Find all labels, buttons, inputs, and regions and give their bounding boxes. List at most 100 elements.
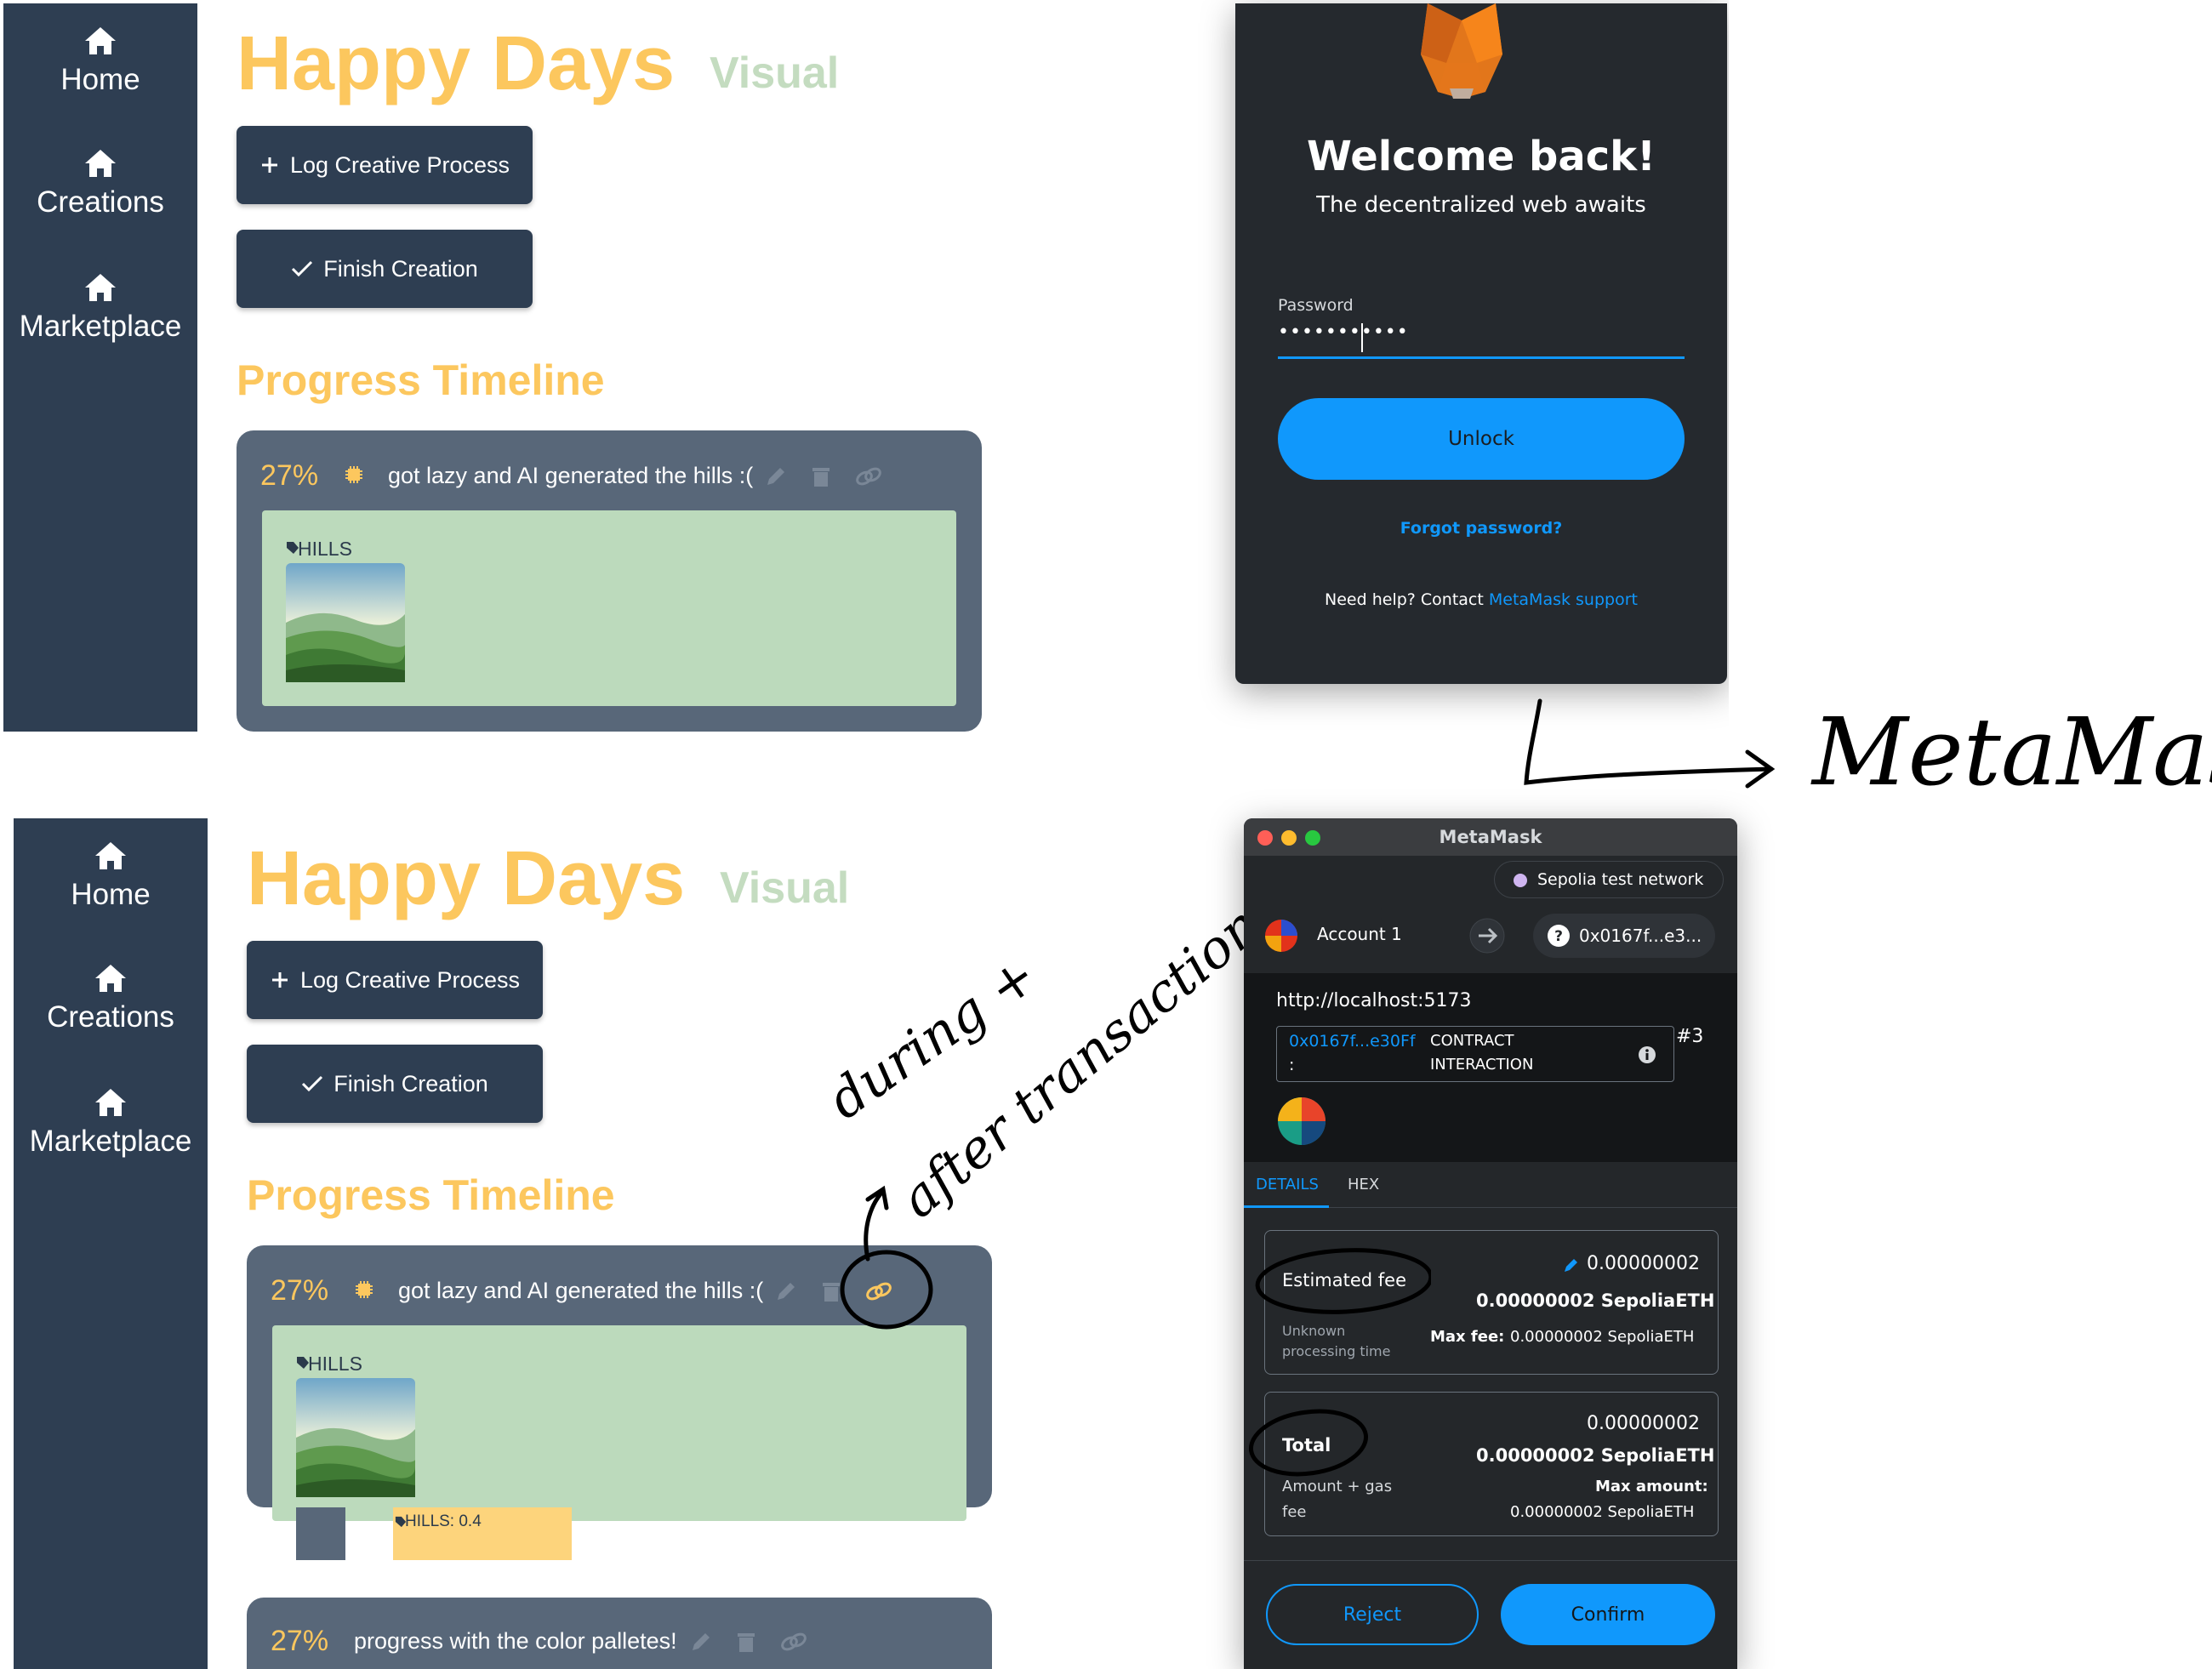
chip-icon bbox=[356, 1281, 373, 1298]
timeline-text: got lazy and AI generated the hills :( bbox=[398, 1278, 764, 1303]
dapp-avatar-icon bbox=[1278, 1097, 1325, 1145]
metamask-unlock-window: Welcome back! The decentralized web awai… bbox=[1235, 3, 1727, 684]
tab-details[interactable]: DETAILS bbox=[1244, 1162, 1329, 1208]
finish-button-label: Finish Creation bbox=[323, 255, 478, 282]
tab-hex[interactable]: HEX bbox=[1339, 1162, 1399, 1208]
plus-icon bbox=[261, 157, 277, 173]
log-button-label: Log Creative Process bbox=[299, 966, 521, 993]
nav-home-label: Home bbox=[71, 878, 151, 911]
max-amount-value: 0.00000002 SepoliaETH bbox=[1510, 1503, 1695, 1521]
account-name: Account 1 bbox=[1317, 924, 1402, 944]
metamask-support-link[interactable]: MetaMask support bbox=[1489, 590, 1638, 609]
transaction-header: http://localhost:5173 0x0167f...e30Ff : … bbox=[1244, 973, 1737, 1162]
recipient-address-pill[interactable]: ? 0x0167f...e3... bbox=[1533, 914, 1715, 958]
password-field[interactable]: ••••••••••• bbox=[1278, 318, 1685, 359]
nav-marketplace-label: Marketplace bbox=[19, 310, 182, 343]
check-icon bbox=[292, 260, 313, 277]
timeline-text: got lazy and AI generated the hills :( bbox=[388, 463, 754, 488]
timeline-card: 27% progress with the color palletes! bbox=[247, 1598, 992, 1669]
pencil-icon[interactable] bbox=[1563, 1256, 1580, 1273]
unknown-time-line2: processing time bbox=[1282, 1343, 1391, 1359]
network-status-dot bbox=[1514, 874, 1527, 887]
log-button-label: Log Creative Process bbox=[289, 151, 510, 178]
finish-button-label: Finish Creation bbox=[334, 1070, 488, 1097]
tab-details-label: DETAILS bbox=[1256, 1176, 1319, 1193]
timeline-connector bbox=[296, 1507, 345, 1560]
nav-marketplace-label: Marketplace bbox=[29, 1125, 192, 1158]
unlock-button[interactable]: Unlock bbox=[1278, 398, 1685, 480]
nav-marketplace[interactable]: Marketplace bbox=[3, 272, 197, 344]
info-icon[interactable] bbox=[1638, 1045, 1656, 1064]
tab-hex-label: HEX bbox=[1348, 1176, 1380, 1193]
max-fee-label: Max fee: bbox=[1430, 1328, 1505, 1346]
nav-creations-label: Creations bbox=[37, 185, 164, 219]
finish-creation-button[interactable]: Finish Creation bbox=[247, 1045, 543, 1123]
contract-label-1: CONTRACT bbox=[1430, 1032, 1514, 1050]
amount-gas-line2: fee bbox=[1282, 1503, 1307, 1521]
password-value: ••••••••••• bbox=[1278, 322, 1409, 343]
arrow-right-icon bbox=[1469, 918, 1505, 954]
pencil-icon[interactable] bbox=[764, 464, 788, 488]
nav-creations[interactable]: Creations bbox=[14, 963, 208, 1034]
unknown-time-line1: Unknown bbox=[1282, 1323, 1346, 1339]
finish-creation-button[interactable]: Finish Creation bbox=[237, 230, 533, 308]
log-creative-process-button[interactable]: Log Creative Process bbox=[237, 126, 533, 204]
fox-logo bbox=[1421, 3, 1502, 99]
tag-value-bar: HILLS: 0.4 bbox=[393, 1507, 572, 1560]
fee-edit-value[interactable]: 0.00000002 bbox=[1587, 1253, 1700, 1274]
estimated-fee-value: 0.00000002 SepoliaETH bbox=[1476, 1290, 1715, 1311]
tag-value-label: HILLS: 0.4 bbox=[405, 1512, 482, 1530]
home-icon bbox=[85, 150, 116, 177]
detail-tabs: DETAILS HEX bbox=[1244, 1162, 1737, 1208]
home-icon bbox=[95, 1089, 126, 1116]
window-title: MetaMask bbox=[1439, 827, 1542, 847]
forgot-password-link[interactable]: Forgot password? bbox=[1235, 519, 1727, 538]
text-cursor bbox=[1361, 323, 1363, 352]
pencil-icon[interactable] bbox=[689, 1630, 713, 1654]
total-circle-mark bbox=[1248, 1409, 1369, 1477]
metamask-unlock-screenshot: Welcome back! The decentralized web awai… bbox=[1167, 0, 1729, 732]
metamask-confirm-window: MetaMask Sepolia test network Account 1 … bbox=[1244, 818, 1737, 1669]
total-value-top: 0.00000002 bbox=[1587, 1413, 1700, 1434]
recipient-address: 0x0167f...e3... bbox=[1579, 926, 1702, 946]
question-icon: ? bbox=[1548, 925, 1570, 947]
nonce-label: #3 bbox=[1676, 1026, 1704, 1047]
reject-button[interactable]: Reject bbox=[1266, 1584, 1479, 1645]
footer-divider bbox=[1244, 1560, 1737, 1561]
sidebar: Home Creations Marketplace bbox=[3, 3, 197, 732]
trash-icon[interactable] bbox=[810, 464, 832, 488]
hills-image bbox=[296, 1378, 415, 1497]
reject-button-label: Reject bbox=[1343, 1603, 1402, 1626]
link-icon[interactable] bbox=[854, 464, 883, 488]
plus-icon bbox=[271, 972, 288, 988]
nav-creations[interactable]: Creations bbox=[3, 148, 197, 219]
home-icon bbox=[85, 27, 116, 54]
link-icon[interactable] bbox=[779, 1630, 808, 1654]
window-titlebar: MetaMask bbox=[1244, 818, 1737, 856]
network-pill[interactable]: Sepolia test network bbox=[1494, 861, 1724, 898]
unlock-button-label: Unlock bbox=[1448, 428, 1514, 450]
unlock-tagline: The decentralized web awaits bbox=[1316, 192, 1646, 218]
max-amount-label: Max amount: bbox=[1595, 1478, 1708, 1495]
tag-label: HILLS bbox=[308, 1353, 362, 1375]
nav-home[interactable]: Home bbox=[14, 840, 208, 912]
timeline-tag-area: HILLS bbox=[262, 510, 956, 706]
nav-marketplace[interactable]: Marketplace bbox=[14, 1087, 208, 1159]
home-icon bbox=[85, 274, 116, 301]
trash-icon[interactable] bbox=[735, 1630, 757, 1654]
timeline-percent: 27% bbox=[271, 1274, 329, 1307]
nav-home[interactable]: Home bbox=[3, 26, 197, 97]
timeline-text: progress with the color palletes! bbox=[354, 1628, 677, 1654]
pencil-icon[interactable] bbox=[774, 1279, 798, 1303]
help-line: Need help? Contact MetaMask support bbox=[1235, 590, 1727, 609]
confirm-button[interactable]: Confirm bbox=[1501, 1584, 1715, 1645]
help-text: Need help? Contact bbox=[1325, 590, 1489, 609]
app-title: Happy Days bbox=[247, 836, 686, 921]
chip-icon bbox=[345, 466, 362, 483]
check-icon bbox=[302, 1075, 323, 1092]
contract-address[interactable]: 0x0167f...e30Ff bbox=[1289, 1032, 1416, 1051]
app-subtitle: Visual bbox=[710, 48, 840, 98]
progress-timeline-title: Progress Timeline bbox=[247, 1171, 615, 1219]
log-creative-process-button[interactable]: Log Creative Process bbox=[247, 941, 543, 1019]
app-title: Happy Days bbox=[237, 21, 676, 106]
